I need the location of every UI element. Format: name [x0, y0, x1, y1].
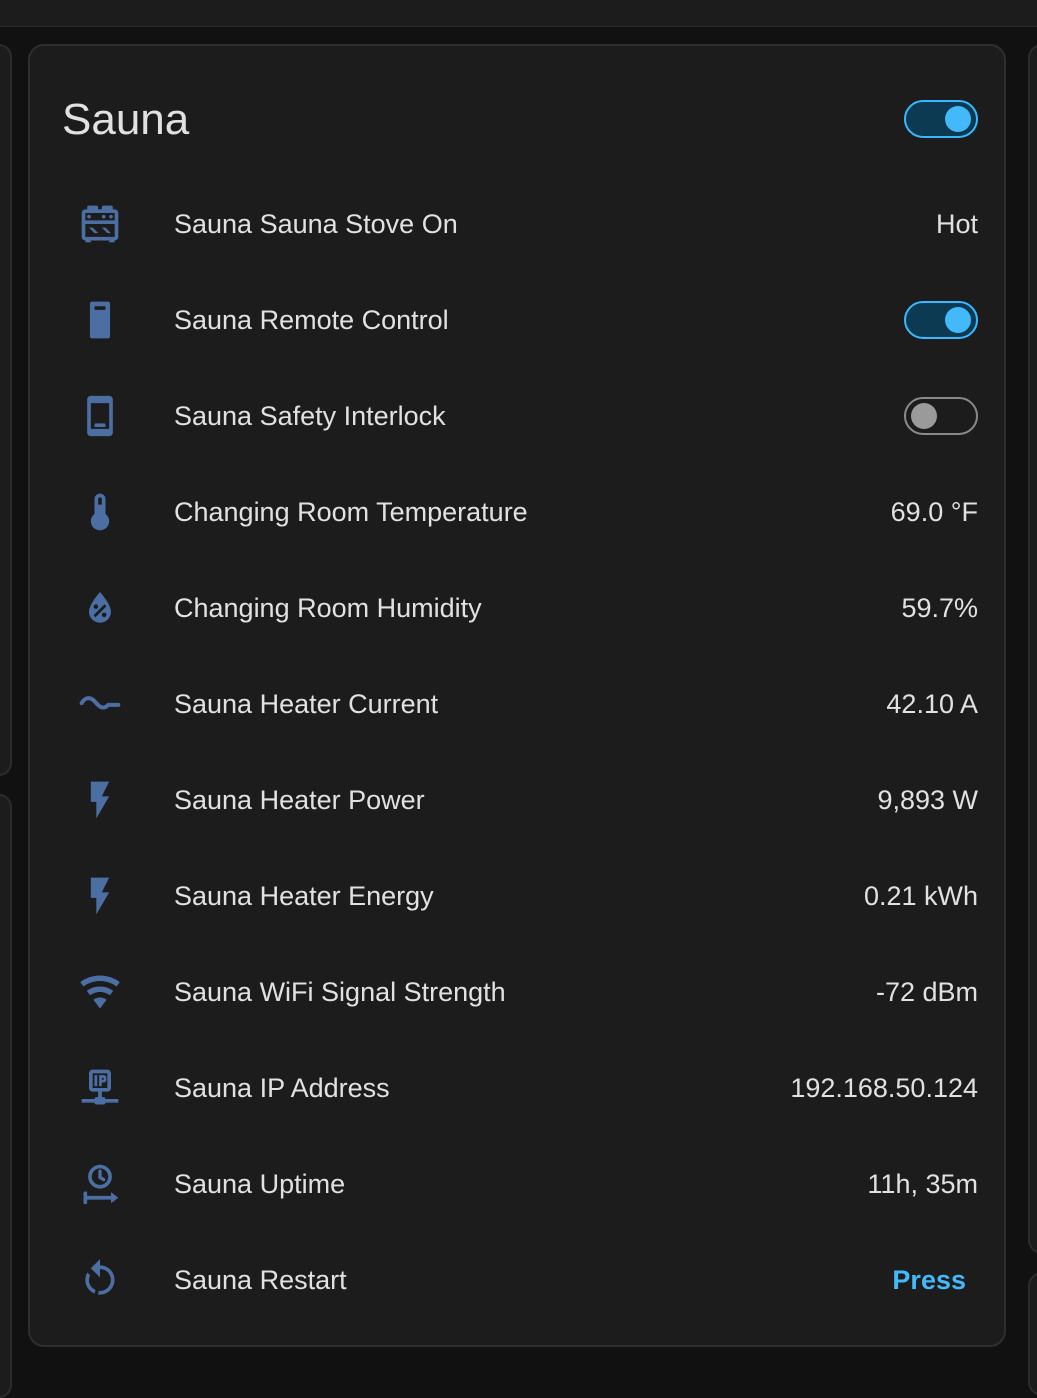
row-heater-energy[interactable]: Sauna Heater Energy 0.21 kWh	[62, 848, 978, 944]
row-value: 42.10 A	[886, 689, 978, 719]
row-changing-room-humidity[interactable]: Changing Room Humidity 59.7%	[62, 560, 978, 656]
row-restart: Sauna Restart Press	[62, 1232, 978, 1328]
row-value: 0.21 kWh	[863, 881, 978, 911]
row-label: Sauna Heater Energy	[174, 881, 434, 911]
wifi-icon	[78, 970, 122, 1014]
safety-interlock-toggle[interactable]	[904, 397, 978, 435]
sauna-entities-card: Sauna Sauna Sauna Stove On Hot Sauna Rem…	[28, 44, 1006, 1347]
row-label: Sauna Remote Control	[174, 305, 449, 335]
ip-network-icon	[78, 1066, 122, 1110]
row-ip-address[interactable]: Sauna IP Address 192.168.50.124	[62, 1040, 978, 1136]
left-neighbor-card	[0, 44, 12, 776]
thermometer-icon	[78, 490, 122, 534]
cellphone-icon	[78, 394, 122, 438]
toggle-knob	[911, 403, 937, 429]
clock-arrow-icon	[78, 1162, 122, 1206]
row-label: Sauna Safety Interlock	[174, 401, 446, 431]
row-value: 11h, 35m	[867, 1169, 978, 1199]
row-label: Sauna Restart	[174, 1265, 347, 1295]
top-bar	[0, 0, 1037, 27]
row-heater-current[interactable]: Sauna Heater Current 42.10 A	[62, 656, 978, 752]
current-ac-icon	[78, 682, 122, 726]
entity-list: Sauna Sauna Stove On Hot Sauna Remote Co…	[62, 176, 978, 1328]
row-value: 192.168.50.124	[790, 1073, 978, 1103]
toggle-knob	[945, 106, 971, 132]
row-safety-interlock: Sauna Safety Interlock	[62, 368, 978, 464]
row-label: Sauna WiFi Signal Strength	[174, 977, 506, 1007]
row-label: Changing Room Temperature	[174, 497, 528, 527]
card-header: Sauna	[62, 92, 978, 148]
row-value: Hot	[935, 209, 978, 239]
row-sauna-stove-on[interactable]: Sauna Sauna Stove On Hot	[62, 176, 978, 272]
left-neighbor-card-2	[0, 794, 12, 1398]
flash-icon	[78, 874, 122, 918]
restart-press-button[interactable]: Press	[880, 1256, 978, 1304]
right-neighbor-card-2	[1028, 1272, 1037, 1396]
flash-icon	[78, 778, 122, 822]
header-toggle[interactable]	[904, 100, 978, 138]
row-value: 59.7%	[901, 593, 978, 623]
row-wifi-signal-strength[interactable]: Sauna WiFi Signal Strength -72 dBm	[62, 944, 978, 1040]
row-label: Changing Room Humidity	[174, 593, 482, 623]
row-heater-power[interactable]: Sauna Heater Power 9,893 W	[62, 752, 978, 848]
row-uptime[interactable]: Sauna Uptime 11h, 35m	[62, 1136, 978, 1232]
remote-control-toggle[interactable]	[904, 301, 978, 339]
right-neighbor-card	[1028, 44, 1037, 1254]
row-label: Sauna Sauna Stove On	[174, 209, 458, 239]
card-title: Sauna	[62, 95, 190, 144]
water-percent-icon	[78, 586, 122, 630]
row-value: 69.0 °F	[890, 497, 978, 527]
stove-icon	[78, 202, 122, 246]
toggle-knob	[945, 307, 971, 333]
remote-icon	[78, 298, 122, 342]
row-label: Sauna Heater Current	[174, 689, 439, 719]
row-label: Sauna IP Address	[174, 1073, 390, 1103]
row-value: -72 dBm	[875, 977, 978, 1007]
row-value: 9,893 W	[877, 785, 978, 815]
restart-icon	[78, 1258, 122, 1302]
row-label: Sauna Heater Power	[174, 785, 425, 815]
row-remote-control: Sauna Remote Control	[62, 272, 978, 368]
row-changing-room-temperature[interactable]: Changing Room Temperature 69.0 °F	[62, 464, 978, 560]
row-label: Sauna Uptime	[174, 1169, 346, 1199]
